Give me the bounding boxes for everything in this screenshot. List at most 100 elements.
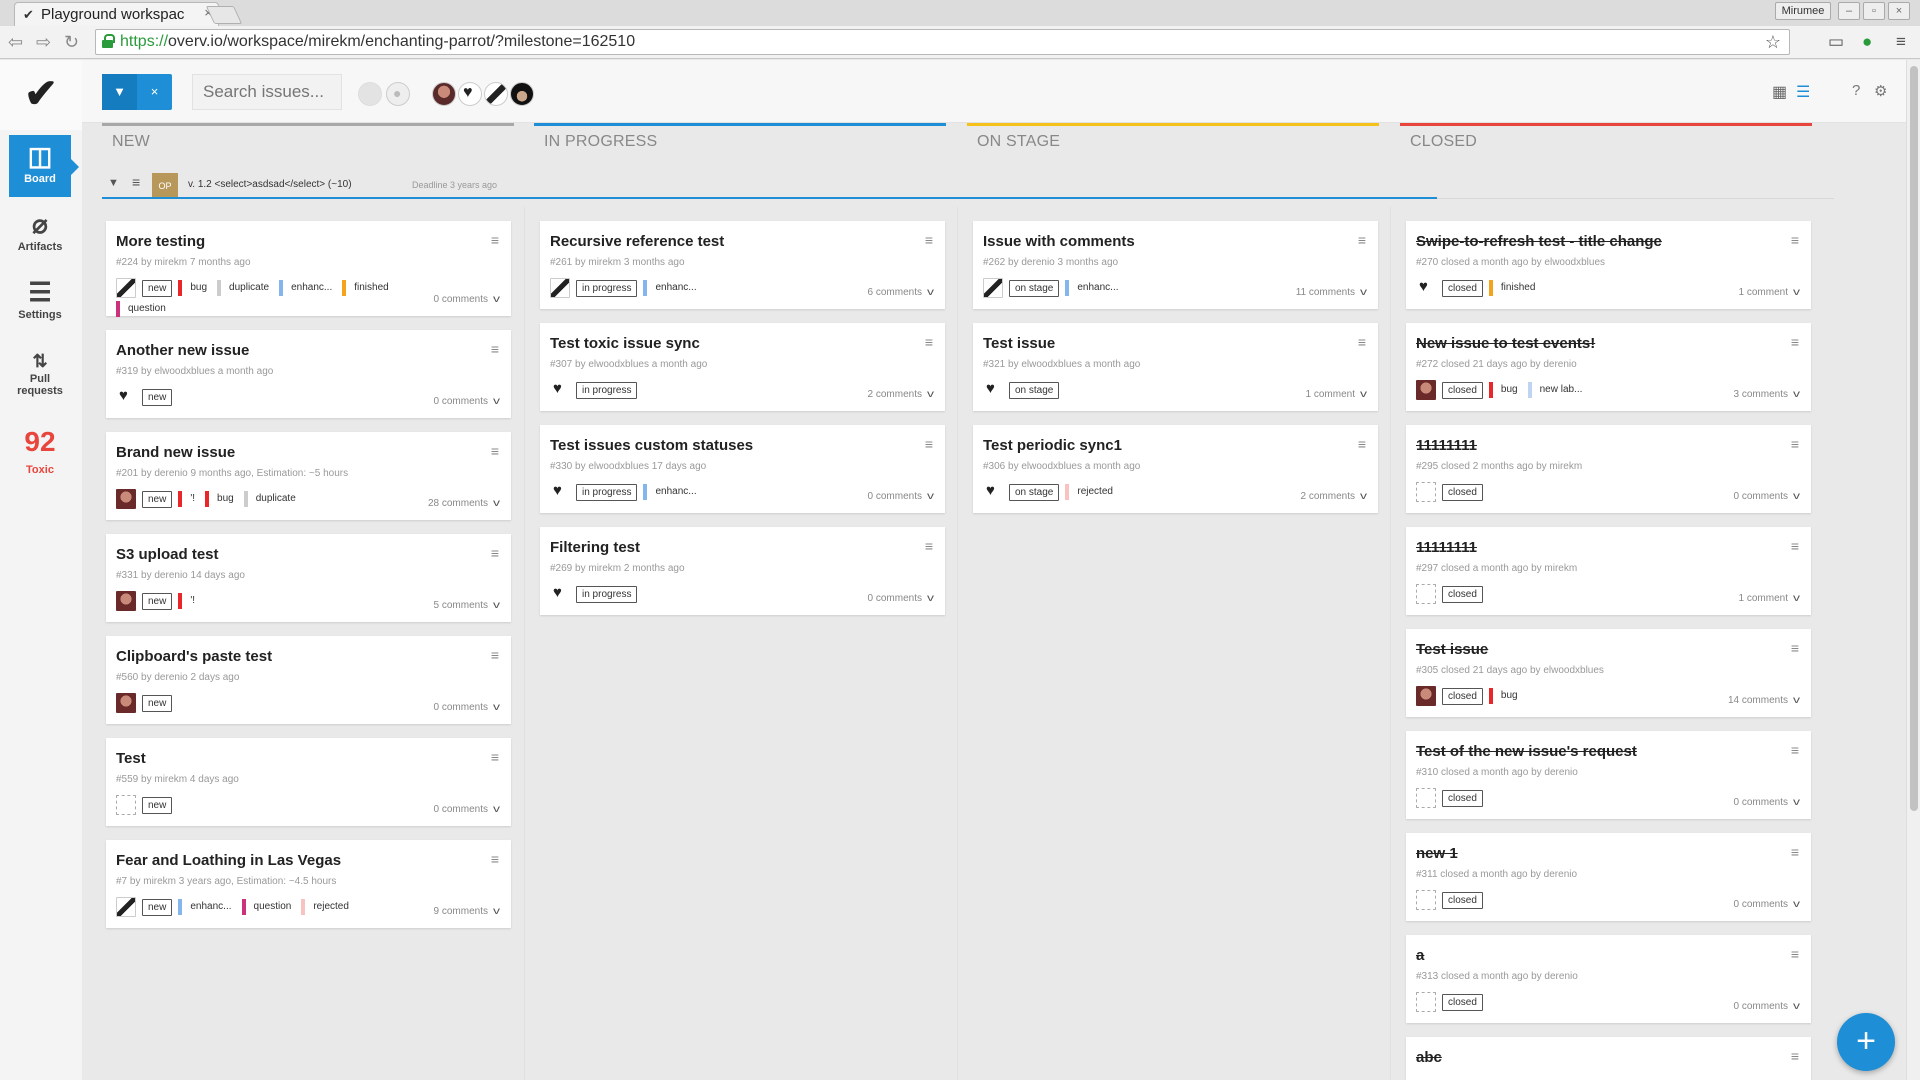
- issue-card[interactable]: Test issue ≡ #305 closed 21 days ago by el…: [1406, 629, 1811, 717]
- issue-title[interactable]: Test of the new issue's request: [1416, 743, 1637, 760]
- status-badge[interactable]: closed: [1442, 483, 1483, 501]
- comments-toggle[interactable]: 0 comments v: [1734, 1001, 1800, 1012]
- chevron-down-icon[interactable]: v: [927, 491, 934, 502]
- issue-label[interactable]: rejected: [301, 899, 349, 915]
- issue-title[interactable]: Issue with comments: [983, 233, 1135, 250]
- issue-label[interactable]: enhanc...: [643, 280, 697, 296]
- status-badge[interactable]: on stage: [1009, 279, 1060, 297]
- chevron-down-icon[interactable]: v: [1360, 287, 1367, 298]
- overv-logo[interactable]: ✔: [0, 60, 82, 130]
- comments-toggle[interactable]: 2 comments v: [868, 389, 934, 400]
- forward-icon[interactable]: ⇨: [36, 32, 51, 53]
- issue-title[interactable]: Test: [116, 750, 146, 767]
- issue-title[interactable]: abc: [1416, 1049, 1442, 1066]
- issue-title[interactable]: a: [1416, 947, 1424, 964]
- assignee-avatar[interactable]: [116, 591, 136, 611]
- issue-card[interactable]: New issue to test events! ≡ #272 closed 21…: [1406, 323, 1811, 411]
- profile-button[interactable]: Mirumee: [1775, 2, 1831, 20]
- chevron-down-icon[interactable]: v: [1793, 695, 1800, 706]
- assignee-avatar[interactable]: [983, 380, 1003, 400]
- card-menu-icon[interactable]: ≡: [1791, 232, 1799, 248]
- chevron-down-icon[interactable]: v: [493, 294, 500, 305]
- issue-title[interactable]: Filtering test: [550, 539, 640, 556]
- sidebar-item-pull-requests[interactable]: ⇅ Pull requests: [9, 345, 71, 407]
- issue-card[interactable]: Swipe-to-refresh test - title change ≡ #27…: [1406, 221, 1811, 309]
- issue-title[interactable]: Fear and Loathing in Las Vegas: [116, 852, 341, 869]
- assignee-avatar[interactable]: [116, 278, 136, 298]
- status-badge[interactable]: new: [142, 796, 173, 814]
- avatar[interactable]: [510, 82, 534, 106]
- issue-label[interactable]: bug: [178, 280, 207, 296]
- card-menu-icon[interactable]: ≡: [491, 341, 499, 357]
- chevron-down-icon[interactable]: v: [1793, 389, 1800, 400]
- issue-title[interactable]: S3 upload test: [116, 546, 219, 563]
- toxic-count[interactable]: 92: [9, 426, 71, 458]
- issue-title[interactable]: 11111111: [1416, 437, 1477, 454]
- comments-toggle[interactable]: 1 comment v: [1306, 389, 1367, 400]
- assignee-avatar[interactable]: [116, 897, 136, 917]
- issue-card[interactable]: More testing ≡ #224 by mirekm 7 months ago…: [106, 221, 511, 317]
- comments-toggle[interactable]: 0 comments v: [434, 702, 500, 713]
- avatar[interactable]: [484, 82, 508, 106]
- chevron-down-icon[interactable]: v: [493, 396, 500, 407]
- issue-title[interactable]: Another new issue: [116, 342, 249, 359]
- issue-title[interactable]: Clipboard's paste test: [116, 648, 272, 665]
- card-menu-icon[interactable]: ≡: [925, 334, 933, 350]
- help-icon[interactable]: ?: [1852, 82, 1860, 99]
- avatar[interactable]: [358, 82, 382, 106]
- maximize-button[interactable]: ▫: [1863, 2, 1885, 20]
- avatar[interactable]: [432, 82, 456, 106]
- filter-toggle[interactable]: ▼ ×: [102, 74, 172, 110]
- issue-label[interactable]: bug: [1488, 382, 1518, 398]
- issue-card[interactable]: Clipboard's paste test ≡ #560 by derenio 2…: [106, 636, 511, 724]
- issue-title[interactable]: Test issue: [983, 335, 1055, 352]
- status-badge[interactable]: in progress: [576, 483, 638, 501]
- avatar[interactable]: [386, 82, 410, 106]
- issue-label[interactable]: duplicate: [243, 491, 296, 507]
- comments-toggle[interactable]: 0 comments v: [868, 491, 934, 502]
- comments-toggle[interactable]: 0 comments v: [1734, 491, 1800, 502]
- card-menu-icon[interactable]: ≡: [925, 436, 933, 452]
- browser-menu-icon[interactable]: ≡: [1896, 32, 1906, 52]
- status-badge[interactable]: closed: [1442, 279, 1483, 297]
- issue-label[interactable]: enhanc...: [643, 484, 697, 500]
- address-bar[interactable]: https://overv.io/workspace/mirekm/enchan…: [95, 29, 1790, 55]
- issue-title[interactable]: Test toxic issue sync: [550, 335, 700, 352]
- chevron-down-icon[interactable]: v: [1360, 389, 1367, 400]
- close-window-button[interactable]: ×: [1888, 2, 1910, 20]
- issue-label[interactable]: enhanc...: [279, 280, 332, 296]
- chevron-down-icon[interactable]: v: [493, 906, 500, 917]
- status-badge[interactable]: on stage: [1009, 381, 1060, 399]
- chevron-down-icon[interactable]: v: [493, 702, 500, 713]
- status-badge[interactable]: new: [142, 279, 173, 297]
- milestone-menu-icon[interactable]: ≡: [132, 174, 140, 190]
- status-badge[interactable]: closed: [1442, 891, 1483, 909]
- status-badge[interactable]: new: [142, 490, 173, 508]
- comments-toggle[interactable]: 5 comments v: [434, 600, 500, 611]
- issue-card[interactable]: Recursive reference test ≡ #261 by mirekm …: [540, 221, 945, 309]
- status-badge[interactable]: in progress: [576, 381, 638, 399]
- assignee-avatar[interactable]: [1416, 788, 1436, 808]
- assignee-avatar[interactable]: [1416, 482, 1436, 502]
- chevron-down-icon[interactable]: v: [1793, 1001, 1800, 1012]
- chevron-down-icon[interactable]: v: [1793, 593, 1800, 604]
- minimize-button[interactable]: –: [1838, 2, 1860, 20]
- assignee-avatar[interactable]: [983, 482, 1003, 502]
- issue-card[interactable]: abc ≡: [1406, 1037, 1811, 1080]
- status-badge[interactable]: closed: [1442, 585, 1483, 603]
- collapse-chevron-icon[interactable]: ▼: [108, 177, 119, 189]
- comments-toggle[interactable]: 1 comment v: [1739, 593, 1800, 604]
- assignee-avatar[interactable]: [1416, 686, 1436, 706]
- issue-title[interactable]: Test issues custom statuses: [550, 437, 753, 454]
- issue-label[interactable]: duplicate: [217, 280, 269, 296]
- card-menu-icon[interactable]: ≡: [1791, 334, 1799, 350]
- card-menu-icon[interactable]: ≡: [1791, 946, 1799, 962]
- chevron-down-icon[interactable]: v: [493, 804, 500, 815]
- issue-label[interactable]: question: [241, 899, 291, 915]
- browser-tab[interactable]: ✔ Playground workspac ×: [14, 2, 219, 26]
- comments-toggle[interactable]: 0 comments v: [434, 396, 500, 407]
- card-menu-icon[interactable]: ≡: [491, 749, 499, 765]
- assignee-avatar[interactable]: [1416, 278, 1436, 298]
- assignee-avatar[interactable]: [116, 489, 136, 509]
- assignee-avatar[interactable]: [116, 693, 136, 713]
